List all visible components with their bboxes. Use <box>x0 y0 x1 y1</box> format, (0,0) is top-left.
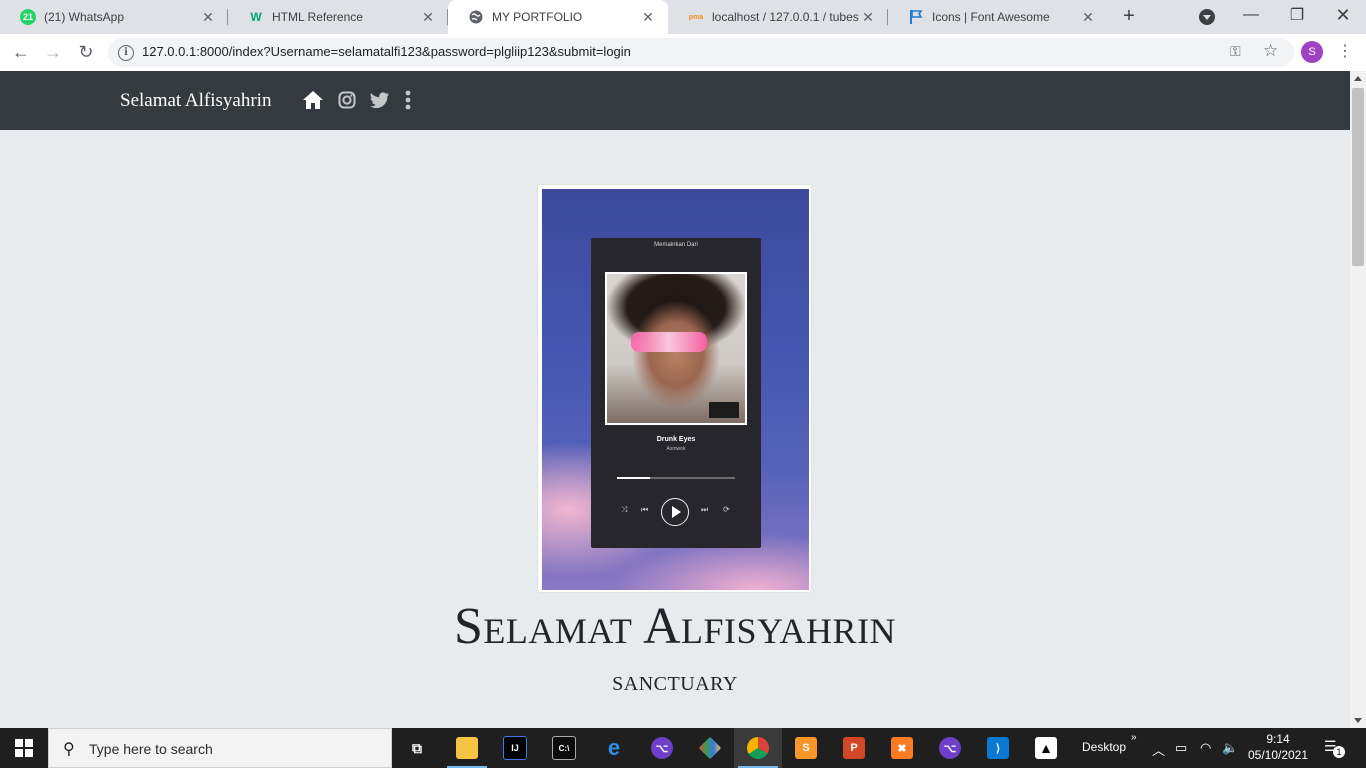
url-text[interactable]: 127.0.0.1:8000/index?Username=selamatalf… <box>142 44 631 59</box>
home-icon[interactable] <box>302 89 324 111</box>
restore-icon[interactable]: ❐ <box>1274 0 1320 30</box>
action-center-icon[interactable]: ☰ 1 <box>1324 738 1345 758</box>
browser-toolbar: ← → ↻ i 127.0.0.1:8000/index?Username=se… <box>0 34 1366 72</box>
edge-icon[interactable]: e <box>590 728 638 768</box>
browser-tab-strip: 21 (21) WhatsApp ✕ W HTML Reference ✕ MY… <box>0 0 1366 34</box>
tab-title: Icons | Font Awesome <box>932 10 1050 24</box>
close-window-icon[interactable]: ✕ <box>1320 0 1366 30</box>
toolbar-overflow-icon[interactable]: » <box>1131 732 1137 743</box>
github-desktop-icon[interactable]: ⌥ <box>638 728 686 768</box>
powerpoint-icon[interactable]: P <box>830 728 878 768</box>
tab-title: (21) WhatsApp <box>44 10 125 24</box>
tab-title: HTML Reference <box>272 10 363 24</box>
task-view-icon[interactable]: ⧉ <box>393 728 441 768</box>
browser-menu-icon[interactable]: ⋮ <box>1337 42 1353 62</box>
forward-icon[interactable]: → <box>43 42 63 62</box>
profile-avatar[interactable]: S <box>1301 41 1323 63</box>
close-tab-icon[interactable]: ✕ <box>640 9 656 26</box>
tab-font-awesome[interactable]: Icons | Font Awesome ✕ <box>888 0 1108 34</box>
windows-taskbar: ⚲ Type here to search ⧉ IJ C:\ e ⌥ S P ✖… <box>0 728 1366 768</box>
address-bar[interactable]: i 127.0.0.1:8000/index?Username=selamata… <box>108 38 1294 67</box>
progress-bar <box>617 477 735 479</box>
file-explorer-icon[interactable] <box>443 728 491 768</box>
github-icon[interactable]: ⌥ <box>926 728 974 768</box>
desktop-toolbar-label[interactable]: Desktop <box>1082 740 1126 754</box>
search-placeholder: Type here to search <box>89 741 213 757</box>
close-tab-icon[interactable]: ✕ <box>420 9 436 26</box>
profile-photo-frame: Memainkan Dari Drunk Eyes Asmwok ⤨ ⏮ ⏭ ⟳ <box>537 184 812 593</box>
song-artist: Asmwok <box>666 446 686 452</box>
tab-phpmyadmin[interactable]: pma localhost / 127.0.0.1 / tubes / ✕ <box>668 0 888 34</box>
tab-my-portfolio[interactable]: MY PORTFOLIO ✕ <box>448 0 668 34</box>
system-clock[interactable]: 9:14 05/10/2021 <box>1246 731 1310 763</box>
scroll-down-icon[interactable] <box>1354 718 1362 723</box>
instagram-icon[interactable] <box>336 89 358 111</box>
intellij-icon[interactable]: IJ <box>491 728 539 768</box>
twitter-icon[interactable] <box>369 89 391 111</box>
site-info-icon[interactable]: i <box>118 45 134 61</box>
wifi-icon[interactable]: ◠ <box>1200 740 1211 756</box>
glasses-overlay <box>631 332 707 352</box>
album-art <box>605 272 747 425</box>
next-icon: ⏭ <box>701 505 709 514</box>
close-tab-icon[interactable]: ✕ <box>1080 9 1096 26</box>
tab-title: MY PORTFOLIO <box>492 10 583 24</box>
sublime-text-icon[interactable]: S <box>782 728 830 768</box>
play-icon <box>661 498 689 526</box>
navbar-brand[interactable]: Selamat Alfisyahrin <box>120 90 271 112</box>
windows-start-icon[interactable] <box>0 728 48 768</box>
terminal-icon[interactable]: C:\ <box>540 728 588 768</box>
w3schools-icon: W <box>250 10 262 24</box>
whatsapp-icon: 21 <box>20 9 36 25</box>
phpmyadmin-icon: pma <box>688 13 704 21</box>
profile-photo: Memainkan Dari Drunk Eyes Asmwok ⤨ ⏮ ⏭ ⟳ <box>542 189 809 590</box>
taskbar-search-box[interactable]: ⚲ Type here to search <box>48 728 392 768</box>
hero-subtitle: SANCTUARY <box>612 673 738 695</box>
previous-icon: ⏮ <box>641 505 649 514</box>
advisory-label <box>709 402 739 418</box>
close-tab-icon[interactable]: ✕ <box>860 9 876 26</box>
scroll-up-icon[interactable] <box>1354 76 1362 81</box>
font-awesome-flag-icon <box>908 9 924 25</box>
new-tab-button[interactable]: + <box>1118 6 1140 28</box>
globe-icon <box>468 9 484 25</box>
minimize-icon[interactable]: — <box>1228 0 1274 30</box>
notification-count: 1 <box>1333 746 1345 758</box>
volume-icon[interactable]: 🔈 <box>1222 740 1238 756</box>
music-player-mockup: Memainkan Dari Drunk Eyes Asmwok ⤨ ⏮ ⏭ ⟳ <box>591 238 761 548</box>
back-icon[interactable]: ← <box>11 42 31 62</box>
clock-time: 9:14 <box>1266 732 1290 746</box>
hero-name: Selamat Alfisyahrin <box>453 598 897 655</box>
bookmark-star-icon[interactable]: ☆ <box>1263 41 1278 61</box>
xampp-icon[interactable]: ✖ <box>878 728 926 768</box>
clock-date: 05/10/2021 <box>1247 748 1309 762</box>
git-kraken-icon[interactable] <box>686 728 734 768</box>
page-scrollbar[interactable] <box>1350 71 1366 728</box>
show-hidden-icons-icon[interactable]: ︿ <box>1152 740 1165 759</box>
tab-search-icon[interactable] <box>1199 9 1215 25</box>
scrollbar-thumb[interactable] <box>1352 88 1364 266</box>
vscode-icon[interactable]: ⟩ <box>974 728 1022 768</box>
tab-whatsapp[interactable]: 21 (21) WhatsApp ✕ <box>0 0 228 34</box>
tab-html-reference[interactable]: W HTML Reference ✕ <box>228 0 448 34</box>
search-icon: ⚲ <box>63 741 75 758</box>
player-header: Memainkan Dari <box>654 242 698 248</box>
reload-icon[interactable]: ↻ <box>76 42 96 62</box>
password-key-icon[interactable]: ⚿ <box>1230 43 1241 60</box>
page-viewport: Selamat Alfisyahrin Memainkan Dari Drunk… <box>0 71 1350 728</box>
chrome-icon[interactable] <box>734 728 782 768</box>
tab-title: localhost / 127.0.0.1 / tubes / <box>712 10 860 24</box>
repeat-icon: ⟳ <box>723 505 730 514</box>
navbar: Selamat Alfisyahrin <box>0 71 1350 130</box>
photos-icon[interactable]: ▲ <box>1022 728 1070 768</box>
battery-icon[interactable]: ▭ <box>1175 740 1187 756</box>
progress-fill <box>617 477 651 479</box>
shuffle-icon: ⤨ <box>621 505 628 514</box>
close-tab-icon[interactable]: ✕ <box>200 9 216 26</box>
more-vertical-icon[interactable] <box>397 89 419 111</box>
song-title: Drunk Eyes <box>656 436 696 443</box>
